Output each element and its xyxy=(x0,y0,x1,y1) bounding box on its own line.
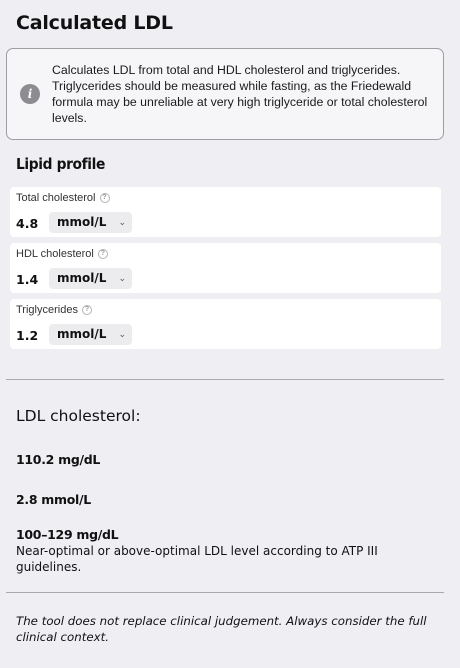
unit-select-hdl-cholesterol[interactable]: mmol/L ⌄ xyxy=(49,268,132,289)
divider xyxy=(6,379,444,380)
field-label: Triglycerides xyxy=(16,304,78,316)
field-label: HDL cholesterol xyxy=(16,248,94,260)
chevron-down-icon: ⌄ xyxy=(118,218,126,228)
help-icon[interactable]: ? xyxy=(81,305,92,315)
section-title-lipid-profile: Lipid profile xyxy=(16,155,106,173)
field-label-row: Total cholesterol ? xyxy=(16,192,110,204)
triglycerides-input[interactable]: 1.2 xyxy=(16,328,38,343)
field-label-row: HDL cholesterol ? xyxy=(16,248,108,260)
unit-select-value: mmol/L xyxy=(57,215,107,229)
help-icon[interactable]: ? xyxy=(99,193,110,203)
result-mg-dl: 110.2 mg/dL xyxy=(16,452,101,467)
field-card-total-cholesterol: Total cholesterol ? 4.8 mmol/L ⌄ xyxy=(10,187,441,237)
unit-select-total-cholesterol[interactable]: mmol/L ⌄ xyxy=(49,212,132,233)
unit-select-value: mmol/L xyxy=(57,271,107,285)
result-heading: LDL cholesterol: xyxy=(16,407,141,425)
disclaimer-text: The tool does not replace clinical judge… xyxy=(16,614,427,644)
info-icon: i xyxy=(20,84,40,104)
chevron-down-icon: ⌄ xyxy=(118,330,126,340)
divider xyxy=(6,592,444,593)
unit-select-triglycerides[interactable]: mmol/L ⌄ xyxy=(49,324,132,345)
result-range: 100–129 mg/dL xyxy=(16,527,119,542)
field-label-row: Triglycerides ? xyxy=(16,304,92,316)
total-cholesterol-input[interactable]: 4.8 xyxy=(16,216,38,231)
unit-select-value: mmol/L xyxy=(57,327,107,341)
help-icon[interactable]: ? xyxy=(97,249,108,259)
result-mmol-l: 2.8 mmol/L xyxy=(16,492,91,507)
page-title: Calculated LDL xyxy=(16,12,173,34)
hdl-cholesterol-input[interactable]: 1.4 xyxy=(16,272,38,287)
field-label: Total cholesterol xyxy=(16,192,96,204)
result-description: Near-optimal or above-optimal LDL level … xyxy=(16,544,378,574)
chevron-down-icon: ⌄ xyxy=(118,274,126,284)
info-text: Calculates LDL from total and HDL choles… xyxy=(52,63,428,125)
field-card-triglycerides: Triglycerides ? 1.2 mmol/L ⌄ xyxy=(10,299,441,349)
field-card-hdl-cholesterol: HDL cholesterol ? 1.4 mmol/L ⌄ xyxy=(10,243,441,293)
info-box: i Calculates LDL from total and HDL chol… xyxy=(6,48,444,140)
